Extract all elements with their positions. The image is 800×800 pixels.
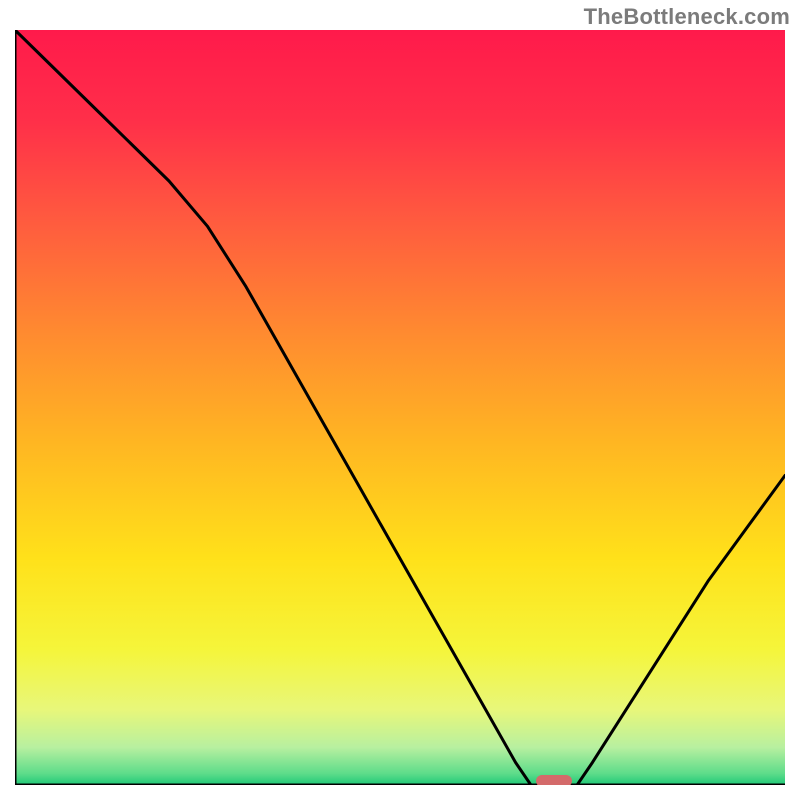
optimal-marker	[536, 775, 572, 785]
plot-area	[15, 30, 785, 785]
marker-optimal-point	[536, 775, 572, 785]
chart-container: TheBottleneck.com	[0, 0, 800, 800]
watermark-text: TheBottleneck.com	[584, 4, 790, 30]
chart-svg	[15, 30, 785, 785]
